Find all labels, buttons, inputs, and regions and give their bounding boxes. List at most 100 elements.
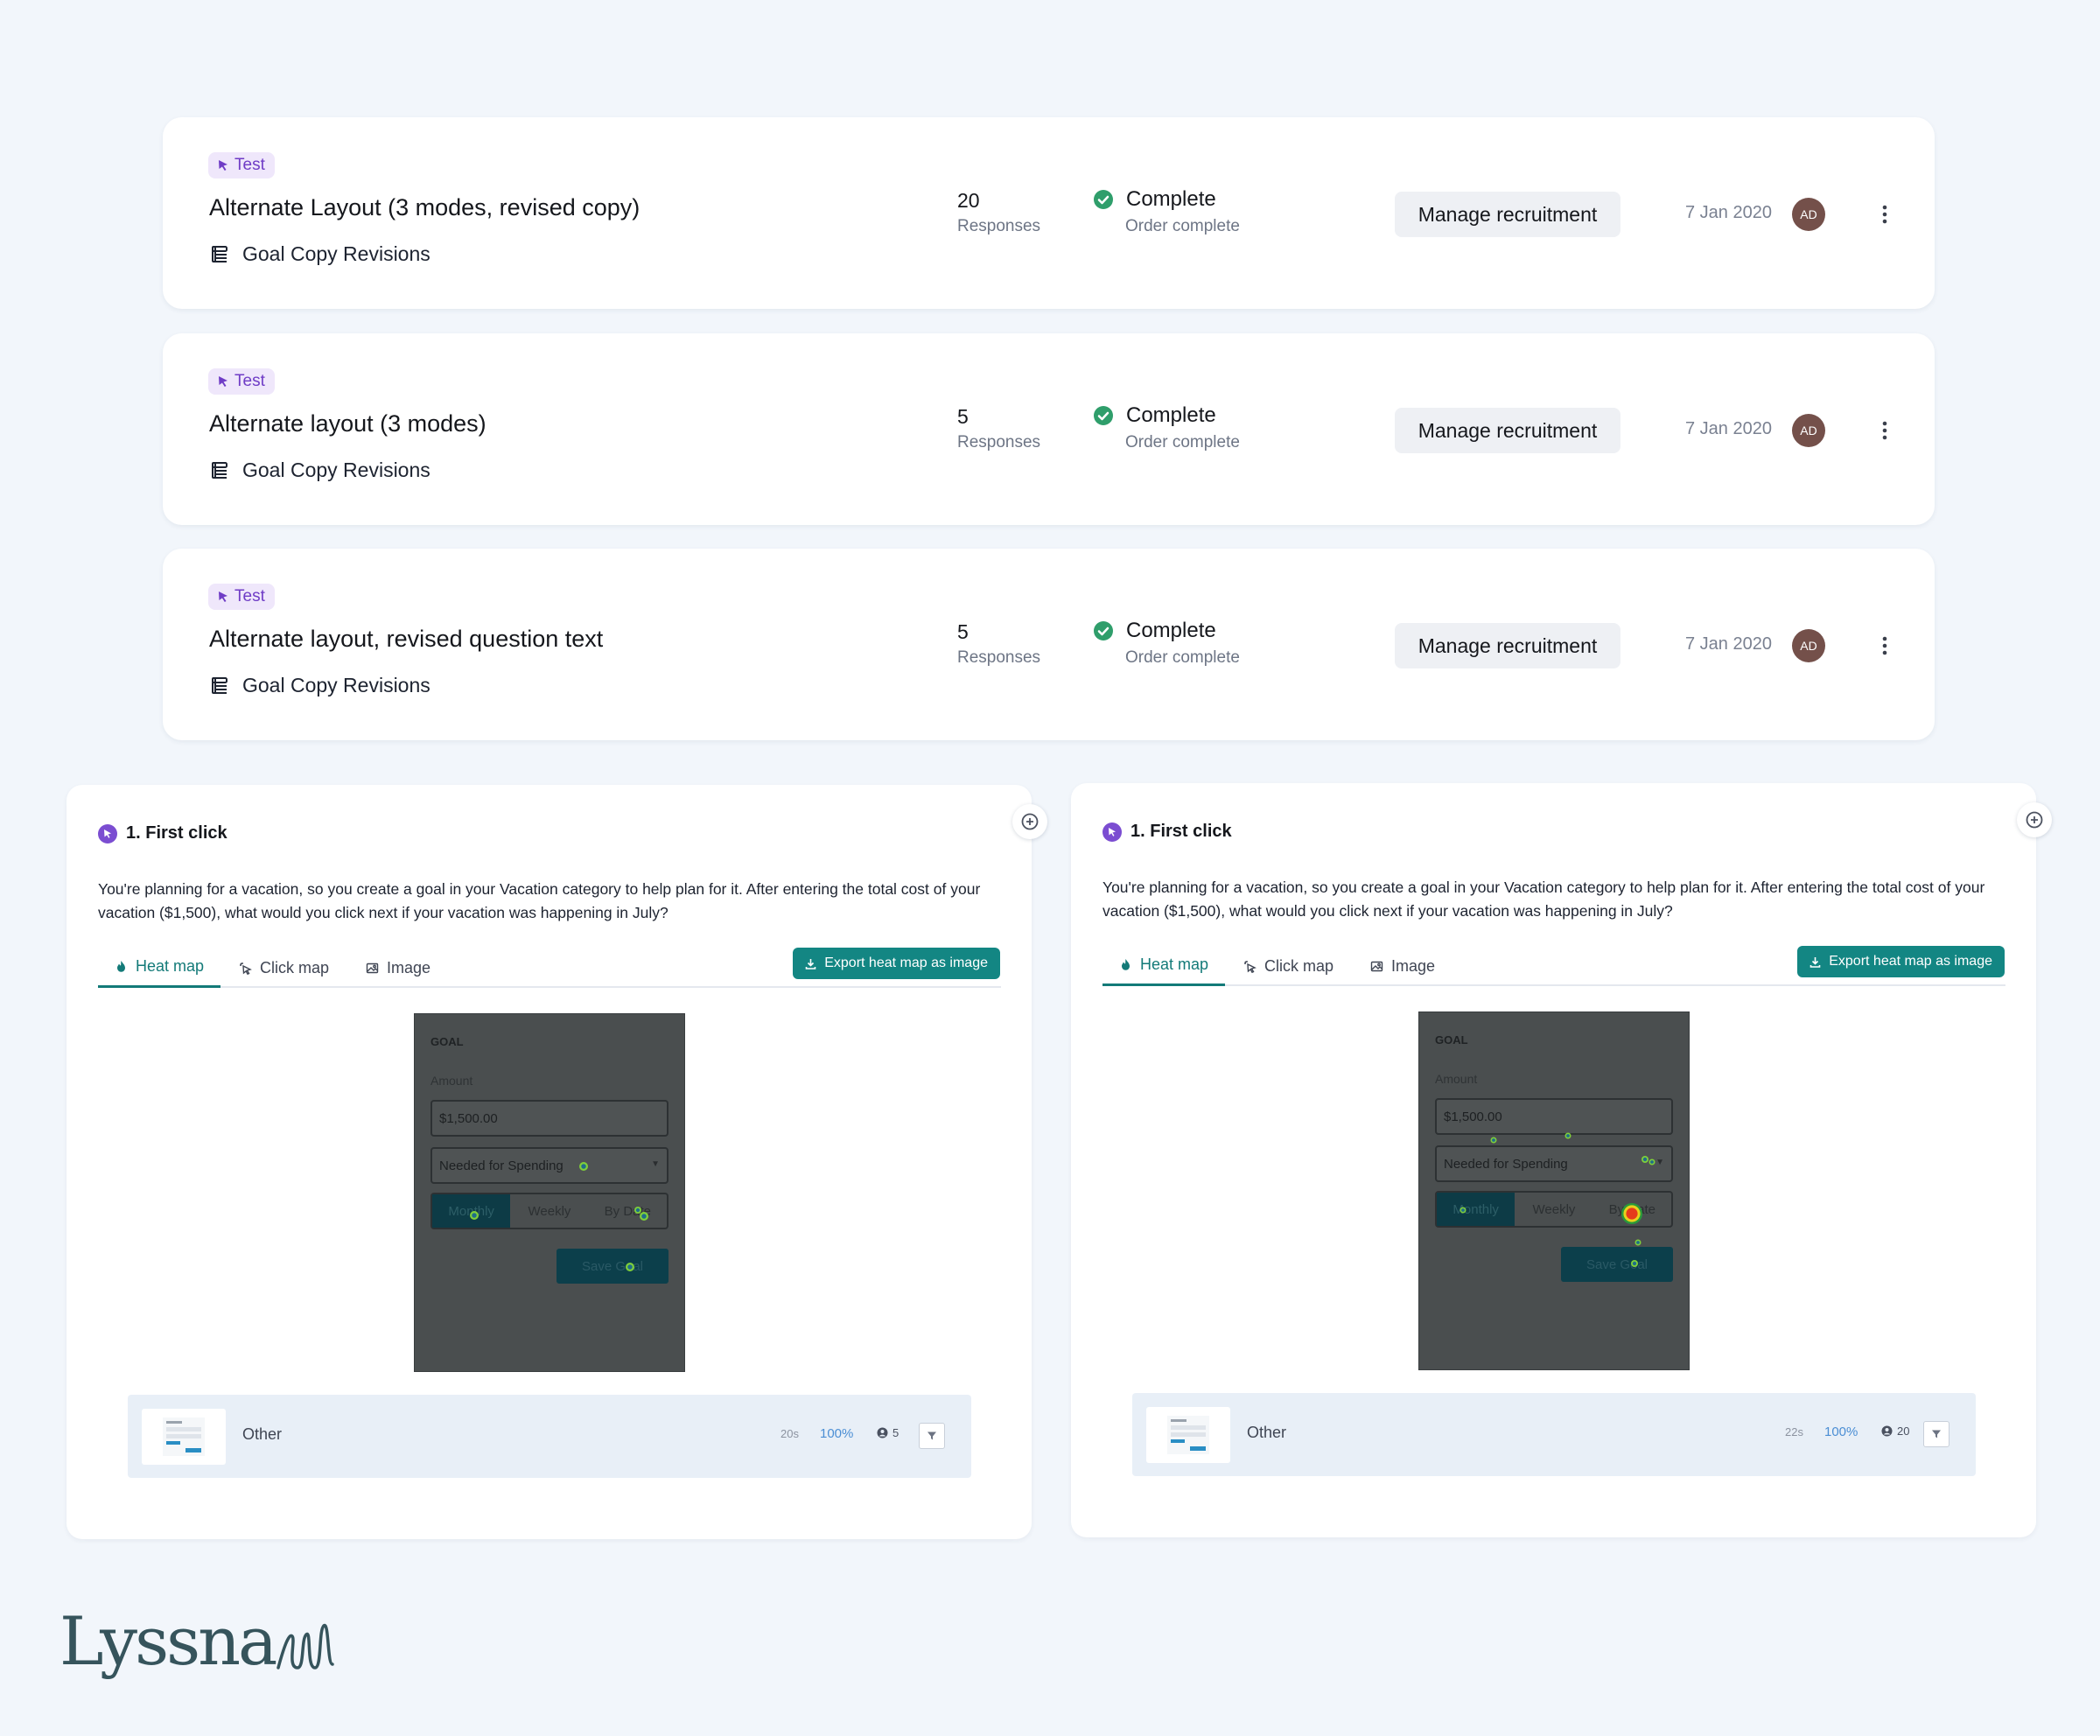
responses-label: Responses <box>957 648 1041 667</box>
more-options-button[interactable] <box>1869 198 1900 231</box>
tab-click-map[interactable]: Click map <box>1227 946 1350 986</box>
status-label: Complete <box>1126 619 1216 642</box>
tab-image-label: Image <box>387 958 431 976</box>
question-result-panel: 1. First click You're planning for a vac… <box>66 785 1047 1539</box>
tab-image[interactable]: Image <box>1354 946 1452 986</box>
status-detail: Order complete <box>1125 648 1240 667</box>
more-options-button[interactable] <box>1869 414 1900 447</box>
stack-icon <box>212 245 228 262</box>
question-text: You're planning for a vacation, so you c… <box>1102 878 1985 920</box>
test-badge-label: Test <box>234 587 265 606</box>
heat-map-image[interactable]: GOAL Amount $1,500.00 Needed for Spendin… <box>1418 1012 1690 1370</box>
manage-recruitment-button[interactable]: Manage recruitment <box>1395 623 1620 668</box>
first-click-icon <box>1102 822 1122 842</box>
heat-spot <box>1490 1137 1497 1144</box>
result-participants: 20 <box>1881 1424 1909 1438</box>
result-thumbnail <box>142 1409 226 1465</box>
filter-icon <box>928 1432 936 1440</box>
heat-spot <box>1621 1203 1642 1224</box>
tab-heat-map-label: Heat map <box>1140 956 1209 973</box>
flame-icon <box>1122 959 1130 970</box>
responses-count: 20 <box>957 189 980 212</box>
avatar[interactable]: AD <box>1792 414 1825 447</box>
question-title-text: 1. First click <box>126 823 228 843</box>
vertical-dots-icon <box>1882 205 1887 224</box>
cursor-click-icon <box>1244 960 1256 973</box>
check-circle-icon <box>1094 621 1113 640</box>
test-badge: Test <box>208 152 275 178</box>
tab-heat-map[interactable]: Heat map <box>1102 946 1226 986</box>
test-badge-label: Test <box>234 372 265 390</box>
result-time: 20s <box>780 1427 799 1440</box>
user-icon <box>1881 1425 1893 1437</box>
status-detail: Order complete <box>1125 217 1240 235</box>
responses-label: Responses <box>957 217 1041 235</box>
manage-recruitment-button[interactable]: Manage recruitment <box>1395 408 1620 453</box>
result-label: Other <box>1247 1424 1287 1441</box>
project-link[interactable]: Goal Copy Revisions <box>209 674 430 697</box>
project-link[interactable]: Goal Copy Revisions <box>209 458 430 482</box>
tab-heat-map[interactable]: Heat map <box>98 948 221 988</box>
cursor-click-icon <box>240 962 252 975</box>
tab-image-label: Image <box>1391 956 1436 975</box>
avatar[interactable]: AD <box>1792 629 1825 662</box>
question-result-panel: 1. First click You're planning for a vac… <box>1071 783 2052 1537</box>
heat-spot <box>470 1211 479 1220</box>
project-link[interactable]: Goal Copy Revisions <box>209 242 430 266</box>
more-options-button[interactable] <box>1869 629 1900 662</box>
add-comment-button[interactable] <box>1012 804 1047 839</box>
status: Complete <box>1093 187 1216 212</box>
result-participants-count: 20 <box>1897 1424 1910 1438</box>
status-label: Complete <box>1126 403 1216 427</box>
cursor-click-icon <box>219 592 228 602</box>
filter-button[interactable] <box>919 1423 945 1449</box>
brand-logo: Lyssna <box>60 1608 336 1675</box>
check-circle-icon <box>1094 406 1113 425</box>
export-heat-map-label: Export heat map as image <box>1829 954 1992 969</box>
image-icon <box>1370 961 1383 971</box>
tab-image[interactable]: Image <box>349 948 447 988</box>
test-badge: Test <box>208 584 275 610</box>
result-row[interactable]: Other 22s 100% 20 <box>1132 1393 1976 1476</box>
flame-icon <box>117 961 125 972</box>
question-title-text: 1. First click <box>1130 822 1232 841</box>
question-text: You're planning for a vacation, so you c… <box>98 880 981 921</box>
avatar[interactable]: AD <box>1792 198 1825 231</box>
test-date: 7 Jan 2020 <box>1685 634 1772 654</box>
heat-spot <box>634 1207 641 1214</box>
add-comment-button[interactable] <box>2017 802 2052 837</box>
result-row[interactable]: Other 20s 100% 5 <box>128 1395 971 1478</box>
test-title[interactable]: Alternate layout (3 modes) <box>209 410 486 438</box>
vertical-dots-icon <box>1882 636 1887 655</box>
user-icon <box>877 1427 888 1438</box>
export-heat-map-label: Export heat map as image <box>824 956 988 970</box>
tab-click-map-label: Click map <box>1264 956 1334 975</box>
heat-spot <box>640 1212 648 1221</box>
filter-button[interactable] <box>1923 1421 1950 1447</box>
export-heat-map-button[interactable]: Export heat map as image <box>1797 946 2005 977</box>
tab-click-map[interactable]: Click map <box>222 948 346 988</box>
heat-map-image[interactable]: GOAL Amount $1,500.00 Needed for Spendin… <box>414 1013 685 1372</box>
result-label: Other <box>242 1425 283 1443</box>
test-title[interactable]: Alternate layout, revised question text <box>209 626 603 653</box>
brand-squiggle-icon <box>276 1624 335 1670</box>
heat-spot <box>1634 1239 1642 1246</box>
responses-count: 5 <box>957 405 969 428</box>
brand-name: Lyssna <box>60 1602 277 1680</box>
test-date: 7 Jan 2020 <box>1685 203 1772 222</box>
result-time: 22s <box>1785 1425 1803 1438</box>
tab-heat-map-label: Heat map <box>136 957 205 975</box>
test-badge: Test <box>208 368 275 395</box>
status-detail: Order complete <box>1125 433 1240 452</box>
test-card[interactable]: Test Alternate layout (3 modes) Goal Cop… <box>163 333 1935 525</box>
manage-recruitment-button[interactable]: Manage recruitment <box>1395 192 1620 237</box>
test-title[interactable]: Alternate Layout (3 modes, revised copy) <box>209 194 640 221</box>
status-label: Complete <box>1126 187 1216 211</box>
test-badge-label: Test <box>234 156 265 174</box>
vertical-dots-icon <box>1882 421 1887 440</box>
export-heat-map-button[interactable]: Export heat map as image <box>793 948 1000 979</box>
responses-label: Responses <box>957 433 1041 452</box>
test-card[interactable]: Test Alternate layout, revised question … <box>163 549 1935 740</box>
test-date: 7 Jan 2020 <box>1685 419 1772 438</box>
test-card[interactable]: Test Alternate Layout (3 modes, revised … <box>163 117 1935 309</box>
